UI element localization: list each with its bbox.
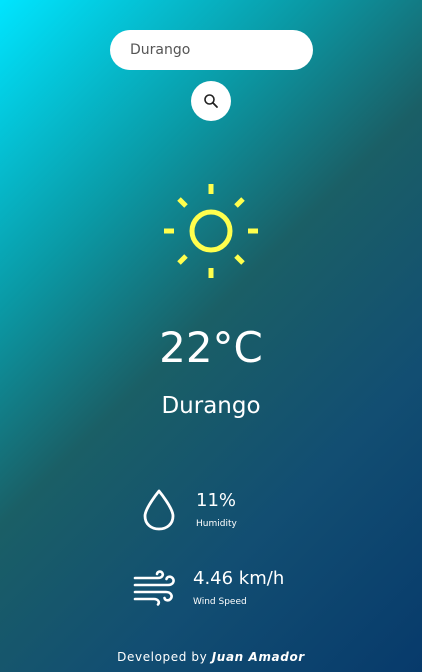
water-drop-icon [143, 489, 175, 531]
temperature: 22°C [159, 323, 263, 372]
search-button[interactable] [191, 81, 231, 121]
sun-icon [164, 184, 258, 278]
wind-speed-value: 4.46 km/h [193, 568, 285, 589]
humidity-label: Humidity [196, 519, 237, 529]
city-name: Durango [161, 393, 261, 419]
humidity-value: 11% [196, 490, 237, 511]
footer-credit: Developed by Juan Amador [0, 648, 422, 666]
search-input[interactable] [110, 30, 313, 70]
footer-prefix: Developed by [117, 650, 208, 664]
footer-author: Juan Amador [211, 650, 305, 664]
search-icon [204, 94, 218, 108]
wind-speed-label: Wind Speed [193, 597, 247, 607]
wind-icon [133, 570, 175, 606]
